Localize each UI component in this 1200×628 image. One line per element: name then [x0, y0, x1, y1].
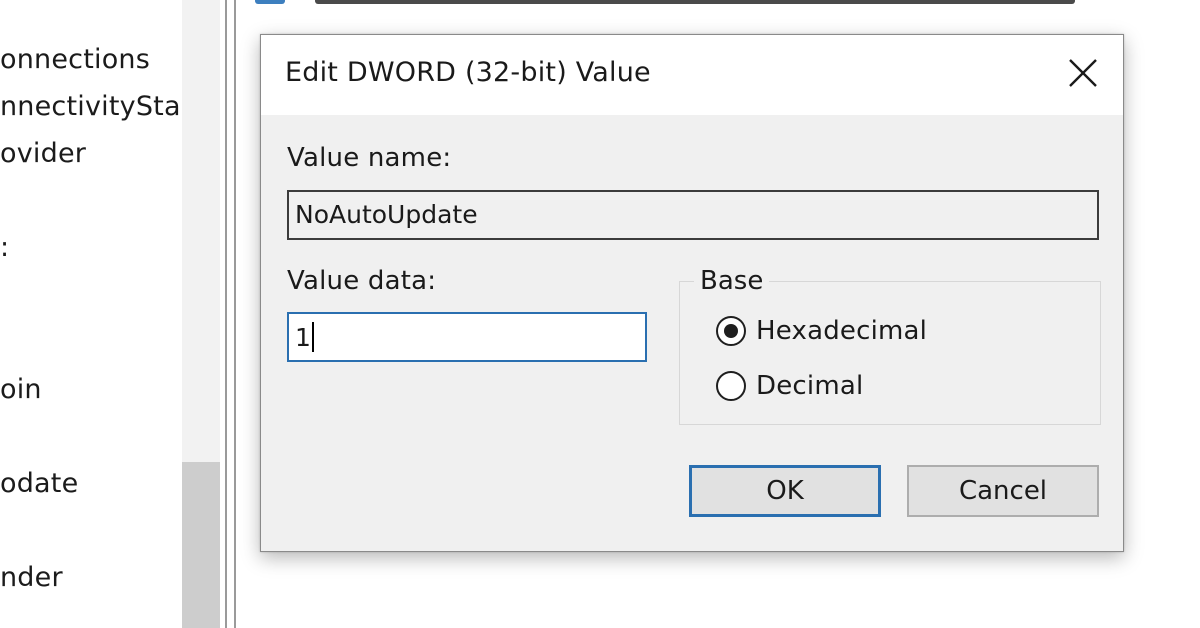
pane-splitter[interactable]: [220, 0, 242, 628]
close-button[interactable]: [1043, 35, 1123, 111]
hexadecimal-radio-option[interactable]: Hexadecimal: [716, 316, 927, 346]
value-name-label: Value name:: [287, 143, 452, 173]
tree-item[interactable]: ovider: [0, 138, 86, 169]
hexadecimal-label: Hexadecimal: [756, 316, 928, 346]
close-icon: [1069, 59, 1097, 87]
tree-item[interactable]: :: [0, 232, 9, 263]
values-list-cropped-row: [255, 0, 1105, 10]
tree-item[interactable]: oin: [0, 374, 42, 405]
base-groupbox: Base Hexadecimal Decimal: [679, 266, 1101, 425]
dialog-title: Edit DWORD (32-bit) Value: [285, 57, 651, 88]
hexadecimal-radio[interactable]: [716, 316, 746, 346]
text-caret: [311, 322, 314, 352]
value-data-text: 1: [295, 323, 311, 352]
value-name-field[interactable]: NoAutoUpdate: [287, 190, 1099, 240]
registry-tree-pane: onnections nnectivitySta ovider : oin od…: [0, 0, 182, 628]
decimal-radio[interactable]: [716, 371, 746, 401]
ok-button[interactable]: OK: [689, 465, 881, 517]
cancel-button[interactable]: Cancel: [907, 465, 1099, 517]
tree-item[interactable]: nnectivitySta: [0, 91, 181, 122]
edit-dword-dialog: Edit DWORD (32-bit) Value Value name: No…: [260, 34, 1124, 552]
tree-item[interactable]: nder: [0, 562, 63, 593]
tree-item[interactable]: odate: [0, 468, 78, 499]
decimal-label: Decimal: [756, 371, 864, 401]
value-name-text: NoAutoUpdate: [295, 200, 478, 229]
tree-scrollbar-thumb[interactable]: [182, 462, 220, 628]
base-legend: Base: [694, 266, 770, 296]
registry-editor-window: onnections nnectivitySta ovider : oin od…: [0, 0, 1200, 628]
dialog-titlebar[interactable]: Edit DWORD (32-bit) Value: [261, 35, 1123, 115]
tree-item[interactable]: onnections: [0, 44, 150, 75]
decimal-radio-option[interactable]: Decimal: [716, 371, 863, 401]
value-data-label: Value data:: [287, 266, 437, 296]
value-data-input[interactable]: 1: [287, 312, 647, 362]
